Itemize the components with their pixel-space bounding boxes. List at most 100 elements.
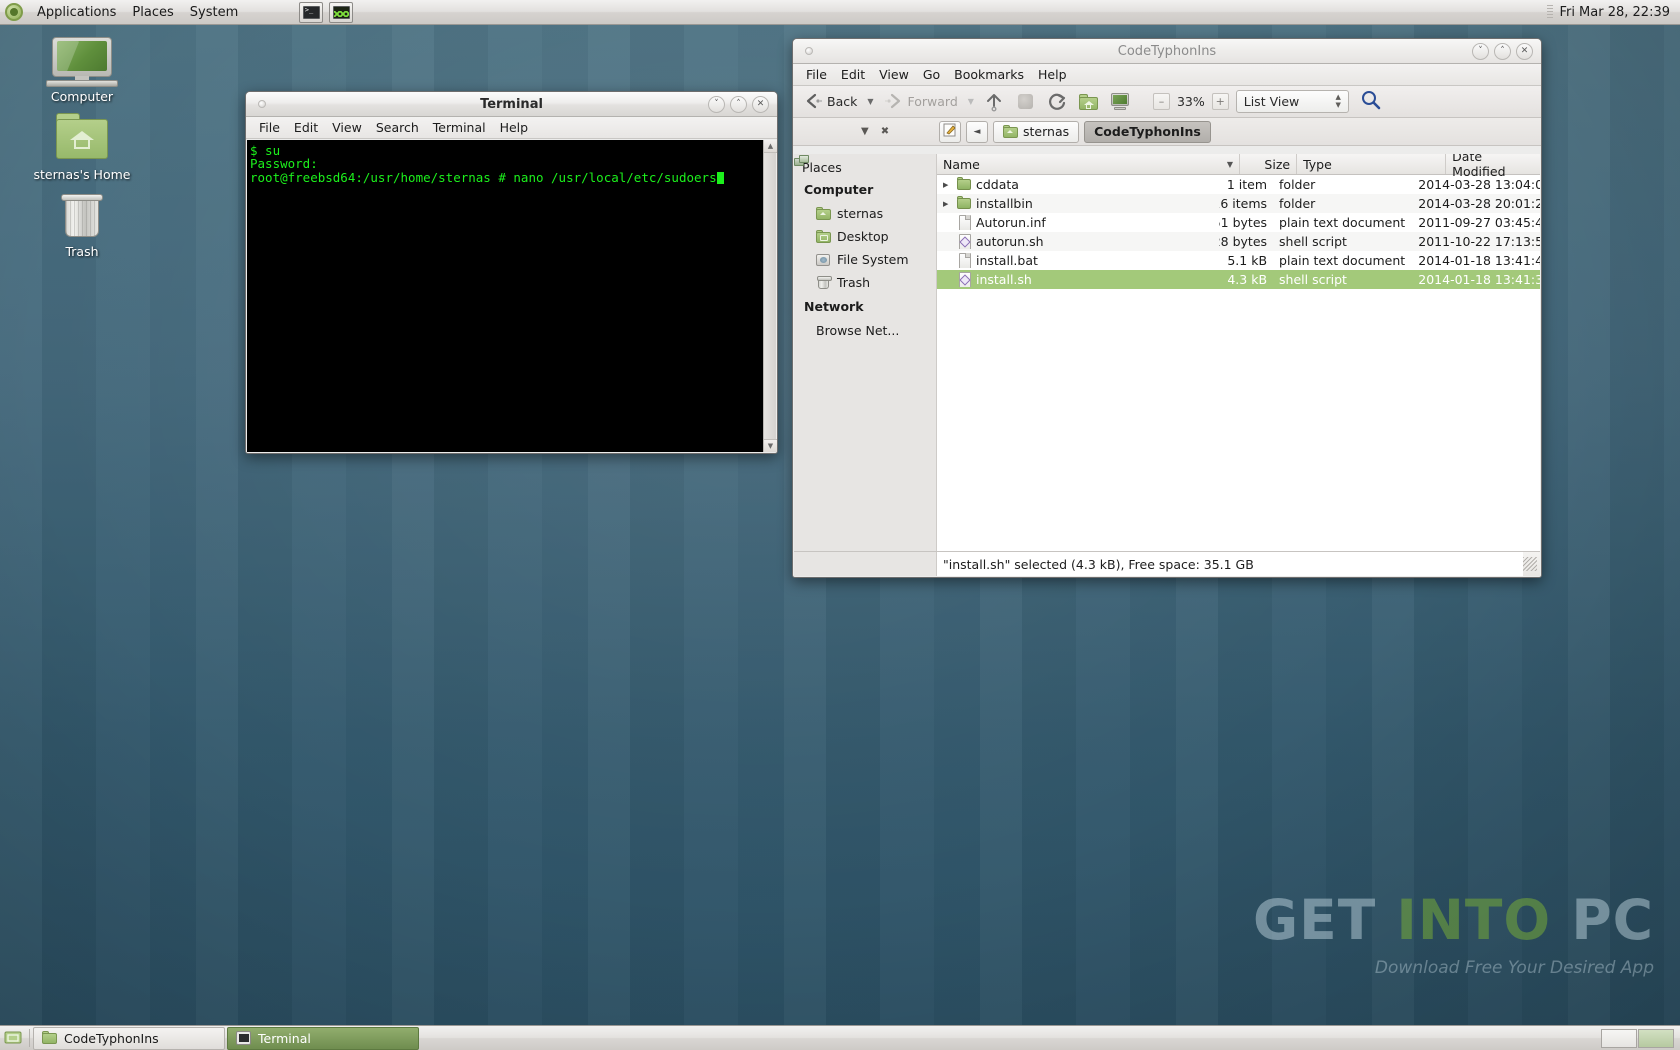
system-monitor-launcher[interactable] bbox=[329, 1, 354, 23]
table-row[interactable]: install.bat 5.1 kB plain text document 2… bbox=[937, 251, 1540, 270]
terminal-menu-edit[interactable]: Edit bbox=[287, 118, 325, 137]
clock[interactable]: Fri Mar 28, 22:39 bbox=[1559, 5, 1680, 20]
show-desktop-button[interactable] bbox=[2, 1028, 24, 1048]
terminal-menu-terminal[interactable]: Terminal bbox=[426, 118, 493, 137]
menu-system[interactable]: System bbox=[182, 2, 246, 23]
search-button[interactable] bbox=[1359, 90, 1383, 114]
fm-window-menu-icon[interactable] bbox=[805, 47, 813, 55]
computer-icon bbox=[32, 35, 132, 87]
view-mode-select[interactable]: List View ▲ ▼ bbox=[1235, 90, 1349, 113]
terminal-output[interactable]: $ su Password: root@freebsd64:/usr/home/… bbox=[247, 140, 763, 452]
resize-grip[interactable] bbox=[1523, 557, 1537, 571]
sidebar-item-file-system[interactable]: File System bbox=[794, 248, 936, 271]
sidebar-item-browse-network[interactable]: Browse Net... bbox=[794, 155, 936, 342]
terminal-scrollbar[interactable]: ▲ ▼ bbox=[763, 140, 777, 452]
table-row[interactable]: autorun.sh 28 bytes shell script 2011-10… bbox=[937, 232, 1540, 251]
column-header-date[interactable]: Date Modified bbox=[1446, 154, 1540, 179]
desktop-folder-icon bbox=[816, 229, 831, 244]
trash-desktop-icon[interactable]: Trash bbox=[32, 190, 132, 259]
fm-close-button[interactable]: ✕ bbox=[1516, 42, 1533, 60]
column-header-type[interactable]: Type bbox=[1297, 154, 1447, 174]
edit-location-button[interactable] bbox=[939, 120, 961, 143]
sidebar-item-sternas[interactable]: sternas bbox=[794, 202, 936, 225]
table-row[interactable]: ▶ cddata 1 item folder 2014-03-28 13:04:… bbox=[937, 175, 1540, 194]
file-manager-window[interactable]: CodeTyphonIns ˅ ˄ ✕ File Edit View Go Bo… bbox=[792, 38, 1542, 578]
sidebar-close-icon[interactable]: ✖ bbox=[881, 126, 889, 137]
row-name-cell: ▶ installbin bbox=[937, 196, 1219, 211]
sort-descending-icon: ▼ bbox=[1226, 159, 1233, 169]
forward-history-dropdown[interactable]: ▼ bbox=[965, 97, 977, 106]
taskbar-item-codetyphonins[interactable]: CodeTyphonIns bbox=[33, 1026, 225, 1050]
table-row[interactable]: install.sh 4.3 kB shell script 2014-01-1… bbox=[937, 270, 1540, 289]
terminal-menu-search[interactable]: Search bbox=[369, 118, 426, 137]
row-date-cell: 2014-01-18 13:41:34 bbox=[1418, 272, 1540, 287]
back-history-dropdown[interactable]: ▼ bbox=[864, 97, 876, 106]
zoom-in-button[interactable]: + bbox=[1211, 93, 1229, 110]
places-sidebar: Places Computer sternas Desktop File Sys… bbox=[794, 154, 937, 551]
terminal-window[interactable]: Terminal ˅ ˄ ✕ File Edit View Search Ter… bbox=[245, 91, 778, 454]
menu-applications[interactable]: Applications bbox=[29, 2, 124, 23]
taskbar-item-terminal[interactable]: Terminal bbox=[227, 1026, 419, 1050]
scroll-up-icon[interactable]: ▲ bbox=[764, 140, 777, 153]
terminal-cursor bbox=[716, 171, 724, 184]
workspace-2[interactable] bbox=[1638, 1028, 1674, 1048]
path-scroll-left-button[interactable]: ◄ bbox=[966, 120, 988, 143]
workspace-1[interactable] bbox=[1601, 1028, 1637, 1048]
row-name-label: install.bat bbox=[976, 253, 1038, 268]
fm-menu-help[interactable]: Help bbox=[1031, 65, 1074, 84]
stop-button[interactable] bbox=[1011, 89, 1040, 114]
terminal-titlebar[interactable]: Terminal ˅ ˄ ✕ bbox=[246, 92, 777, 117]
back-button[interactable]: Back bbox=[798, 89, 862, 115]
terminal-menu-file[interactable]: File bbox=[252, 118, 287, 137]
home-button[interactable] bbox=[1074, 89, 1103, 115]
gnome-foot-icon[interactable] bbox=[3, 1, 25, 23]
terminal-body[interactable]: $ su Password: root@freebsd64:/usr/home/… bbox=[247, 140, 777, 452]
home-desktop-icon[interactable]: sternas's Home bbox=[32, 113, 132, 182]
expand-triangle-icon[interactable]: ▶ bbox=[943, 181, 952, 189]
column-header-name[interactable]: Name ▼ bbox=[937, 154, 1240, 174]
terminal-menubar: File Edit View Search Terminal Help bbox=[246, 117, 777, 139]
terminal-maximize-button[interactable]: ˄ bbox=[730, 95, 747, 113]
folder-icon bbox=[957, 177, 971, 192]
column-header-size[interactable]: Size bbox=[1240, 154, 1298, 174]
fm-menu-file[interactable]: File bbox=[799, 65, 834, 84]
breadcrumb-codetyphonins[interactable]: CodeTyphonIns bbox=[1084, 120, 1211, 143]
document-icon bbox=[957, 215, 971, 230]
scroll-down-icon[interactable]: ▼ bbox=[764, 439, 777, 452]
forward-label: Forward bbox=[907, 94, 958, 109]
forward-button[interactable]: Forward bbox=[879, 89, 963, 115]
workspace-switcher[interactable] bbox=[1601, 1028, 1674, 1048]
breadcrumb-sternas[interactable]: sternas bbox=[993, 120, 1080, 143]
up-button[interactable] bbox=[979, 89, 1009, 115]
fm-menu-edit[interactable]: Edit bbox=[834, 65, 872, 84]
sidebar-item-desktop-label: Desktop bbox=[837, 229, 889, 244]
sidebar-item-trash[interactable]: Trash bbox=[794, 271, 936, 294]
menu-places[interactable]: Places bbox=[124, 2, 181, 23]
computer-desktop-icon[interactable]: Computer bbox=[32, 35, 132, 104]
file-list[interactable]: Name ▼ Size Type Date Modified ▶ cddata bbox=[937, 154, 1540, 551]
file-manager-titlebar[interactable]: CodeTyphonIns ˅ ˄ ✕ bbox=[793, 39, 1541, 64]
fm-menu-view[interactable]: View bbox=[872, 65, 916, 84]
reload-button[interactable] bbox=[1042, 89, 1072, 115]
row-type-cell: folder bbox=[1279, 177, 1316, 192]
table-row[interactable]: Autorun.inf 51 bytes plain text document… bbox=[937, 213, 1540, 232]
table-row[interactable]: ▶ installbin 16 items folder 2014-03-28 … bbox=[937, 194, 1540, 213]
terminal-close-button[interactable]: ✕ bbox=[752, 95, 769, 113]
terminal-menu-help[interactable]: Help bbox=[493, 118, 536, 137]
expand-triangle-icon[interactable]: ▶ bbox=[943, 200, 952, 208]
row-size-cell: 51 bytes bbox=[1219, 215, 1268, 230]
fm-minimize-button[interactable]: ˅ bbox=[1472, 42, 1489, 60]
fm-maximize-button[interactable]: ˄ bbox=[1494, 42, 1511, 60]
computer-button[interactable] bbox=[1105, 90, 1135, 114]
zoom-out-button[interactable]: – bbox=[1152, 93, 1170, 110]
file-manager-main: Places Computer sternas Desktop File Sys… bbox=[794, 154, 1540, 551]
fm-menu-bookmarks[interactable]: Bookmarks bbox=[947, 65, 1031, 84]
sidebar-dropdown-icon[interactable]: ▼ bbox=[861, 126, 869, 137]
window-menu-icon[interactable] bbox=[258, 100, 266, 108]
terminal-launcher[interactable] bbox=[299, 1, 324, 23]
terminal-minimize-button[interactable]: ˅ bbox=[708, 95, 725, 113]
fm-menu-go[interactable]: Go bbox=[916, 65, 947, 84]
row-type-cell: plain text document bbox=[1279, 215, 1406, 230]
terminal-menu-view[interactable]: View bbox=[325, 118, 369, 137]
sidebar-item-desktop[interactable]: Desktop bbox=[794, 225, 936, 248]
